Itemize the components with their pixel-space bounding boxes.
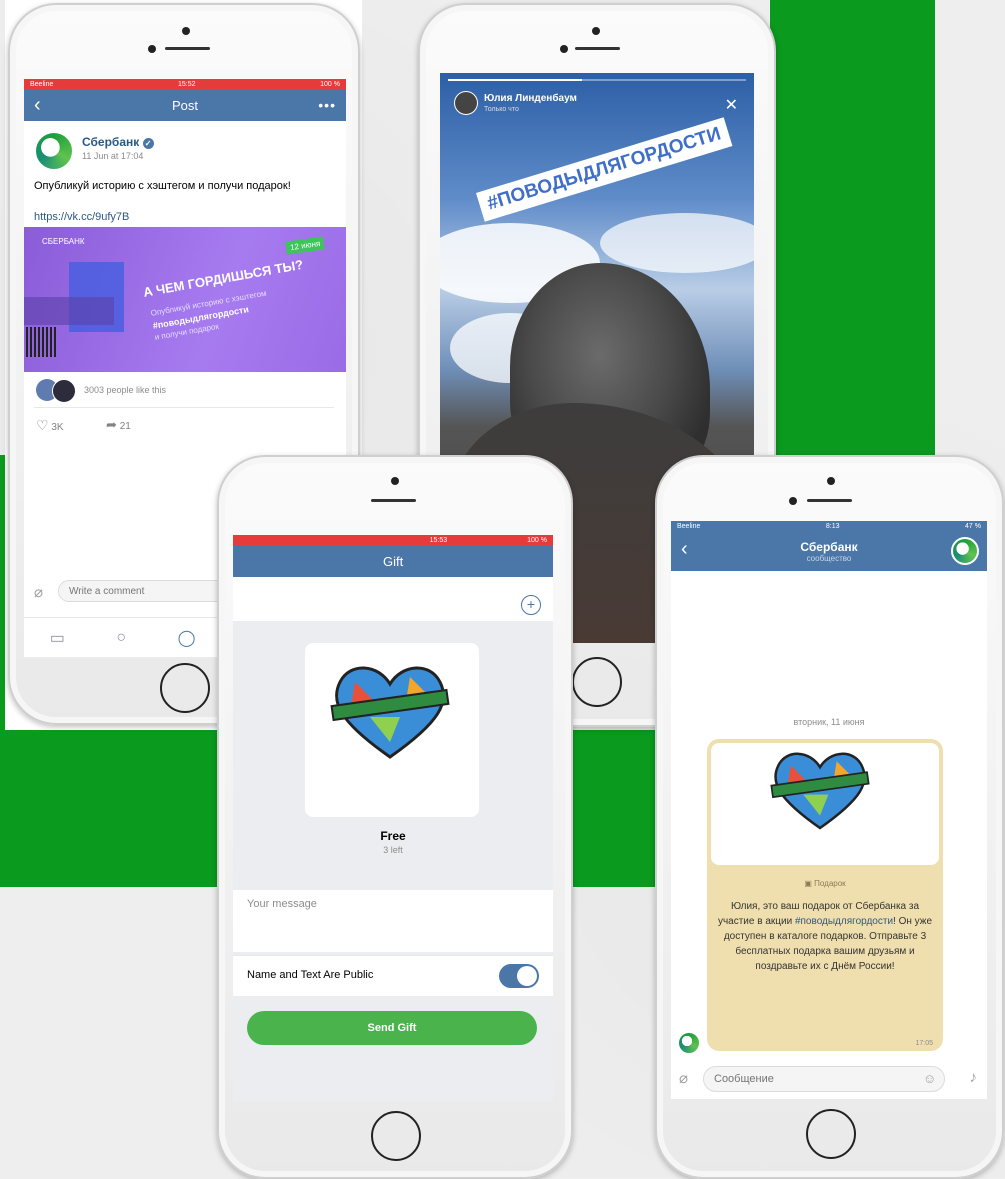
author-avatar[interactable]: [34, 131, 74, 171]
attach-icon[interactable]: ⌀: [34, 583, 43, 601]
clock: 15:52: [177, 80, 196, 88]
battery: 47 %: [965, 522, 981, 530]
verified-icon: ✓: [142, 138, 154, 149]
cloud: [600, 213, 754, 273]
front-camera: [827, 477, 835, 485]
carrier: Beeline: [677, 522, 701, 530]
author-name[interactable]: Сбербанк ✓: [82, 135, 154, 149]
status-bar: Beeline 15:52 100 %: [24, 79, 346, 89]
microphone-icon[interactable]: ♪: [970, 1069, 978, 1086]
home-button[interactable]: [806, 1109, 856, 1159]
send-gift-button[interactable]: Send Gift: [247, 1011, 537, 1045]
post-text: Опубликуй историю с хэштегом и получи по…: [34, 180, 291, 192]
gift-heart-image: [330, 666, 450, 759]
gift-message-text: Юлия, это ваш подарок от Сбербанка за уч…: [717, 901, 933, 972]
heart-icon: ♡: [36, 417, 49, 433]
messages-tab-icon[interactable]: ◯: [178, 628, 196, 648]
gift-icon: ▣: [804, 879, 812, 888]
speaker: [371, 499, 416, 502]
speaker: [807, 499, 852, 502]
home-button[interactable]: [371, 1111, 421, 1161]
close-icon[interactable]: ✕: [725, 95, 738, 115]
banner-barcode: [26, 327, 56, 357]
divider: [34, 407, 334, 408]
gift-label: ▣ Подарок: [804, 879, 846, 888]
green-panel-center: [565, 730, 655, 887]
home-button[interactable]: [572, 657, 622, 707]
post-link[interactable]: https://vk.cc/9ufy7B: [34, 211, 129, 223]
clock: 8:13: [825, 522, 840, 530]
chat-avatar[interactable]: [951, 537, 979, 565]
story-hashtag-sticker: #ПОВОДЫДЛЯГОРДОСТИ: [476, 117, 733, 222]
liker-avatars[interactable]: [36, 379, 80, 403]
message-placeholder: Your message: [247, 898, 317, 910]
add-recipient-icon[interactable]: +: [521, 595, 541, 615]
public-toggle[interactable]: [499, 964, 539, 988]
more-icon[interactable]: •••: [318, 97, 336, 113]
back-icon[interactable]: ‹: [681, 539, 688, 559]
public-label: Name and Text Are Public: [247, 969, 374, 981]
story-progress: [448, 79, 746, 81]
banner-heading: А ЧЕМ ГОРДИШЬСЯ ТЫ?: [142, 256, 305, 300]
phone-gift: 15:53 100 % Gift + Free 3 left Your mess…: [217, 455, 573, 1179]
gift-price: Free: [380, 829, 406, 843]
speaker: [165, 47, 210, 50]
back-icon[interactable]: ‹: [34, 95, 41, 115]
share-icon: ➦: [106, 417, 117, 432]
chat-gift-heart-image: [770, 752, 870, 830]
chat-title[interactable]: Сбербанк: [800, 540, 857, 554]
front-camera: [592, 27, 600, 35]
front-camera: [391, 477, 399, 485]
public-toggle-row: Name and Text Are Public: [233, 955, 553, 996]
sticker-icon[interactable]: ☺: [923, 1071, 936, 1086]
front-camera: [182, 27, 190, 35]
news-tab-icon[interactable]: ▭: [50, 628, 65, 648]
gift-left: 3 left: [383, 845, 403, 855]
green-panel-top-right: [770, 0, 935, 455]
story-author-sub: Только что: [484, 106, 519, 113]
message-time: 17:05: [915, 1040, 933, 1047]
nav-title: Gift: [383, 553, 404, 569]
banner-brand: СБЕРБАНК: [42, 237, 85, 246]
nav-bar: Gift: [233, 545, 553, 577]
home-button[interactable]: [160, 663, 210, 713]
like-button[interactable]: ♡ 3K: [36, 417, 64, 434]
clock: 15:53: [429, 536, 448, 544]
banner-date-badge: 12 июня: [284, 236, 325, 255]
promo-banner[interactable]: СБЕРБАНК 12 июня А ЧЕМ ГОРДИШЬСЯ ТЫ? Опу…: [24, 227, 346, 372]
likes-summary[interactable]: 3003 people like this: [84, 385, 166, 395]
speaker: [575, 47, 620, 50]
front-camera-dot: [148, 45, 156, 53]
battery: 100 %: [320, 80, 340, 88]
attach-icon[interactable]: ⌀: [679, 1069, 688, 1087]
battery: 100 %: [527, 536, 547, 544]
front-camera-dot: [789, 497, 797, 505]
sender-avatar[interactable]: [677, 1031, 701, 1055]
search-tab-icon[interactable]: ○: [116, 629, 126, 647]
chat-subtitle: сообщество: [806, 553, 852, 563]
recipient-row: +: [233, 577, 553, 621]
nav-bar: ‹ Сбербанк сообщество: [671, 531, 987, 571]
post-date: 11 Jun at 17:04: [82, 151, 144, 161]
carrier: Beeline: [30, 80, 54, 88]
status-bar: 15:53 100 %: [233, 535, 553, 545]
story-author-name[interactable]: Юлия Линденбаум: [484, 93, 577, 104]
message-area[interactable]: Your message: [233, 890, 553, 952]
message-input[interactable]: [703, 1066, 945, 1092]
status-bar: Beeline 8:13 47 %: [671, 521, 987, 531]
gift-screen: 15:53 100 % Gift + Free 3 left Your mess…: [233, 535, 553, 1101]
nav-title: Post: [171, 97, 198, 113]
message-input-bar: ⌀ ☺ ♪: [671, 1061, 987, 1097]
nav-bar: ‹ Post •••: [24, 89, 346, 121]
share-button[interactable]: ➦ 21: [106, 417, 131, 433]
banner-shape-dark: [24, 297, 114, 325]
message-hashtag[interactable]: #поводыдлягордости: [795, 916, 893, 927]
story-author-avatar[interactable]: [454, 91, 478, 115]
front-camera-dot: [560, 45, 568, 53]
date-separator: вторник, 11 июня: [793, 717, 865, 727]
